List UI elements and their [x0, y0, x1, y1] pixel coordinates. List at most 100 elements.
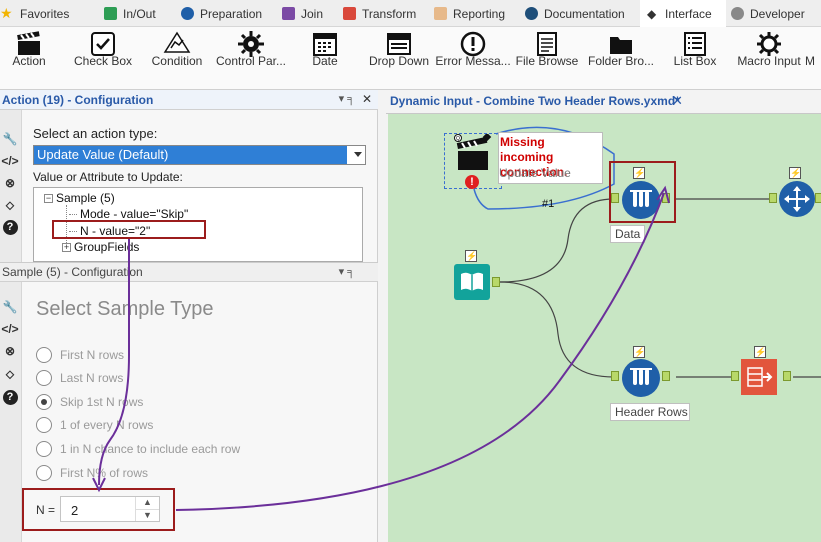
- close-icon[interactable]: ✕: [362, 92, 372, 106]
- warning-tooltip: Missing incoming connection. Update Valu…: [498, 132, 603, 184]
- tool-drop-down[interactable]: Drop Down: [361, 27, 437, 90]
- help-icon[interactable]: ?: [1, 388, 19, 406]
- clapperboard-icon[interactable]: Q: [454, 134, 494, 174]
- tool-action[interactable]: Action: [0, 27, 67, 90]
- tool-macro-input[interactable]: Macro Input: [731, 27, 807, 90]
- tab-interface[interactable]: ◆ Interface: [640, 0, 726, 27]
- tab-transform[interactable]: Transform: [343, 0, 416, 27]
- radio-one-of-every-n[interactable]: 1 of every N rows: [36, 416, 153, 434]
- input-anchor[interactable]: [769, 193, 777, 203]
- radio-first-n-rows[interactable]: First N rows: [36, 346, 124, 364]
- expand-icon[interactable]: +: [62, 243, 71, 253]
- close-icon[interactable]: ✕: [672, 93, 683, 109]
- tool-file-browse[interactable]: File Browse: [509, 27, 585, 90]
- radio-first-n-percent[interactable]: First N% of rows: [36, 464, 148, 482]
- canvas-tab-bar: Dynamic Input - Combine Two Header Rows.…: [386, 90, 821, 114]
- developer-icon: [731, 7, 744, 20]
- tool-macro-output[interactable]: M: [805, 27, 821, 90]
- tab-favorites[interactable]: ★ Favorites: [0, 0, 69, 27]
- input-anchor[interactable]: [731, 371, 739, 381]
- join-icon: [282, 7, 295, 20]
- svg-text:Q: Q: [456, 136, 460, 142]
- tab-join[interactable]: Join: [282, 0, 323, 27]
- radio-button[interactable]: [36, 441, 52, 457]
- panel-pin-icon[interactable]: ▾ ╕: [339, 92, 355, 105]
- code-icon[interactable]: </>: [1, 152, 19, 170]
- tag-icon[interactable]: ⬦: [1, 365, 19, 383]
- tag-icon[interactable]: ⬦: [1, 196, 19, 214]
- tab-documentation[interactable]: Documentation: [525, 0, 625, 27]
- tab-reporting[interactable]: Reporting: [434, 0, 505, 27]
- transpose-icon: [747, 367, 773, 387]
- arrows-icon: [784, 186, 810, 212]
- header-rows-label: Header Rows: [610, 403, 690, 421]
- tab-developer[interactable]: Developer: [731, 0, 805, 27]
- category-tab-bar: ★ Favorites In/Out Preparation Join Trans…: [0, 0, 821, 27]
- data-label: Data: [610, 225, 646, 243]
- sample-panel-sidebar: 🔧 </> ⊗ ⬦ ?: [0, 282, 22, 542]
- documentation-icon: [525, 7, 538, 20]
- bolt-icon: ⚡: [789, 167, 802, 179]
- tool-control-parameter[interactable]: Control Par...: [213, 27, 289, 90]
- radio-one-in-n-chance[interactable]: 1 in N chance to include each row: [36, 440, 240, 458]
- tool-date[interactable]: Date: [287, 27, 363, 90]
- sample-panel-title: Sample (5) - Configuration: [2, 265, 143, 279]
- wrench-icon[interactable]: 🔧: [1, 130, 19, 148]
- tab-in-out[interactable]: In/Out: [104, 0, 156, 27]
- select-tool[interactable]: [779, 181, 815, 217]
- dynamic-input-highlight: [609, 161, 676, 223]
- output-anchor[interactable]: [662, 371, 670, 381]
- connection-label: #1: [542, 198, 555, 210]
- action-type-label: Select an action type:: [33, 126, 158, 141]
- tree-node-groupfields[interactable]: + GroupFields: [62, 240, 139, 254]
- tool-list-box[interactable]: List Box: [657, 27, 733, 90]
- radio-skip-first-n-rows[interactable]: Skip 1st N rows: [36, 393, 143, 411]
- radio-button[interactable]: [36, 417, 52, 433]
- wrench-icon[interactable]: 🔧: [1, 298, 19, 316]
- input-anchor[interactable]: [611, 371, 619, 381]
- tool-error-message[interactable]: Error Messa...: [435, 27, 511, 90]
- transform-icon: [343, 7, 356, 20]
- code-icon[interactable]: </>: [1, 320, 19, 338]
- book-icon: [461, 272, 483, 291]
- help-icon[interactable]: ?: [1, 218, 19, 236]
- action-type-selected: Update Value (Default): [34, 146, 347, 164]
- tree-node-sample[interactable]: − Sample (5): [44, 191, 115, 205]
- update-value-label: Update Value: [499, 166, 571, 180]
- reporting-icon: [434, 7, 447, 20]
- dynamic-input-tool-2[interactable]: [622, 359, 660, 397]
- action-panel-header: Action (19) - Configuration ▾ ╕ ✕: [0, 90, 378, 110]
- radio-button[interactable]: [36, 465, 52, 481]
- star-icon: ★: [0, 5, 13, 21]
- canvas-tab-title[interactable]: Dynamic Input - Combine Two Header Rows.…: [390, 94, 680, 108]
- radio-button-selected[interactable]: [36, 394, 52, 410]
- value-to-update-label: Value or Attribute to Update:: [33, 170, 183, 184]
- warning-icon: !: [465, 175, 479, 189]
- collapse-icon[interactable]: −: [44, 194, 53, 204]
- tree-node-mode[interactable]: Mode - value="Skip": [69, 207, 188, 221]
- action-type-dropdown[interactable]: Update Value (Default): [33, 145, 366, 165]
- radio-button[interactable]: [36, 370, 52, 386]
- output-anchor[interactable]: [783, 371, 791, 381]
- in-out-icon: [104, 7, 117, 20]
- panel-pin-icon[interactable]: ▾ ╕: [339, 265, 355, 278]
- output-anchor[interactable]: [815, 193, 821, 203]
- chevron-down-icon[interactable]: [354, 152, 362, 157]
- test-tubes-icon: [630, 368, 652, 385]
- tool-check-box[interactable]: Check Box: [65, 27, 141, 90]
- n-value-highlight: [52, 220, 206, 239]
- radio-button[interactable]: [36, 347, 52, 363]
- workflow-canvas[interactable]: Q ! Missing incoming connection. Update …: [388, 114, 821, 542]
- tab-preparation[interactable]: Preparation: [181, 0, 262, 27]
- interface-icon: ◆: [647, 6, 657, 21]
- transform-tool[interactable]: [741, 359, 777, 395]
- tool-palette: Action Check Box Condition Control Par..…: [0, 27, 821, 90]
- action-panel-title: Action (19) - Configuration: [2, 92, 154, 107]
- tool-folder-browse[interactable]: Folder Bro...: [583, 27, 659, 90]
- radio-last-n-rows[interactable]: Last N rows: [36, 369, 123, 387]
- connection-icon[interactable]: ⊗: [1, 174, 19, 192]
- connection-icon[interactable]: ⊗: [1, 342, 19, 360]
- tool-condition[interactable]: Condition: [139, 27, 215, 90]
- text-input-tool[interactable]: [454, 264, 490, 300]
- output-anchor[interactable]: [492, 277, 500, 287]
